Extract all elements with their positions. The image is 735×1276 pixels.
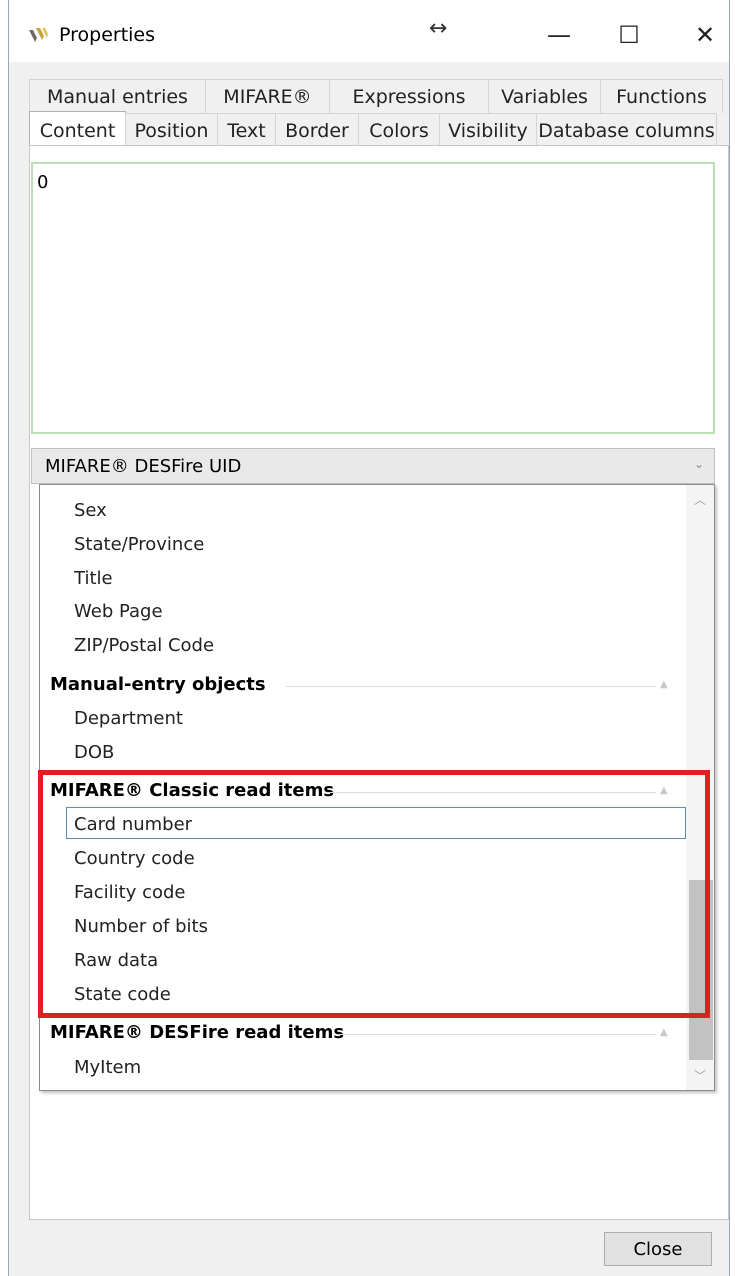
list-item[interactable]: Raw data — [74, 950, 158, 971]
tab-visibility[interactable]: Visibility — [439, 113, 537, 147]
list-item[interactable]: Number of bits — [74, 916, 208, 937]
close-window-button[interactable]: ✕ — [675, 12, 735, 58]
list-item[interactable]: Department — [74, 708, 183, 729]
list-item[interactable]: Facility code — [74, 882, 185, 903]
tab-manual-entries[interactable]: Manual entries — [29, 79, 206, 113]
tab-border[interactable]: Border — [275, 113, 359, 147]
chevron-down-icon: ⌄ — [693, 457, 704, 471]
list-item[interactable]: DOB — [74, 742, 114, 763]
list-item[interactable]: State/Province — [74, 534, 204, 555]
window-title: Properties — [59, 24, 156, 46]
tab-database-columns[interactable]: Database columns — [536, 113, 717, 147]
resize-cursor-icon: ↔ — [429, 16, 448, 41]
tab-row-bottom: Content Position Text Border Colors Visi… — [29, 111, 717, 149]
scroll-down-icon[interactable]: ﹀ — [694, 1067, 706, 1084]
list-item-selected[interactable]: Card number — [74, 814, 192, 835]
app-icon — [29, 28, 48, 42]
tab-variables[interactable]: Variables — [488, 79, 601, 113]
list-item[interactable]: Country code — [74, 848, 195, 869]
tab-text[interactable]: Text — [217, 113, 276, 147]
field-combo-box[interactable]: MIFARE® DESFire UID ⌄ — [31, 448, 715, 484]
list-item[interactable]: MyItem — [74, 1057, 141, 1078]
list-item[interactable]: Sex — [74, 500, 107, 521]
tab-colors[interactable]: Colors — [358, 113, 440, 147]
group-header-mifare-desfire: MIFARE® DESFire read items — [50, 1022, 345, 1043]
dropdown-scrollbar[interactable]: ︿ ﹀ — [686, 485, 714, 1090]
group-divider — [326, 792, 656, 793]
tab-expressions[interactable]: Expressions — [329, 79, 489, 113]
tab-row-top: Manual entries MIFARE® Expressions Varia… — [29, 79, 723, 113]
group-divider — [336, 1034, 656, 1035]
minimize-button[interactable]: — — [529, 12, 589, 58]
group-header-mifare-classic: MIFARE® Classic read items — [50, 780, 335, 801]
content-text-area[interactable]: 0 — [31, 162, 715, 434]
tab-position[interactable]: Position — [125, 113, 218, 147]
group-header-manual-entry: Manual-entry objects — [50, 674, 266, 695]
title-bar[interactable]: Properties ↔ — ☐ ✕ — [9, 0, 729, 62]
list-item[interactable]: Title — [74, 568, 113, 589]
scroll-up-icon[interactable]: ︿ — [694, 491, 706, 508]
scroll-thumb[interactable] — [689, 880, 713, 1060]
list-item[interactable]: State code — [74, 984, 171, 1005]
group-divider — [286, 686, 656, 687]
collapse-icon[interactable]: ▲ — [660, 785, 668, 796]
collapse-icon[interactable]: ▲ — [660, 679, 668, 690]
collapse-icon[interactable]: ▲ — [660, 1027, 668, 1038]
close-button[interactable]: Close — [604, 1232, 712, 1266]
list-item[interactable]: Web Page — [74, 601, 163, 622]
tab-functions[interactable]: Functions — [600, 79, 723, 113]
list-item[interactable]: ZIP/Postal Code — [74, 635, 214, 656]
field-dropdown-list[interactable]: Sex State/Province Title Web Page ZIP/Po… — [39, 484, 715, 1091]
tab-content[interactable]: Content — [29, 111, 126, 149]
combo-value: MIFARE® DESFire UID — [45, 455, 242, 477]
maximize-button[interactable]: ☐ — [599, 12, 659, 58]
tab-mifare[interactable]: MIFARE® — [205, 79, 330, 113]
